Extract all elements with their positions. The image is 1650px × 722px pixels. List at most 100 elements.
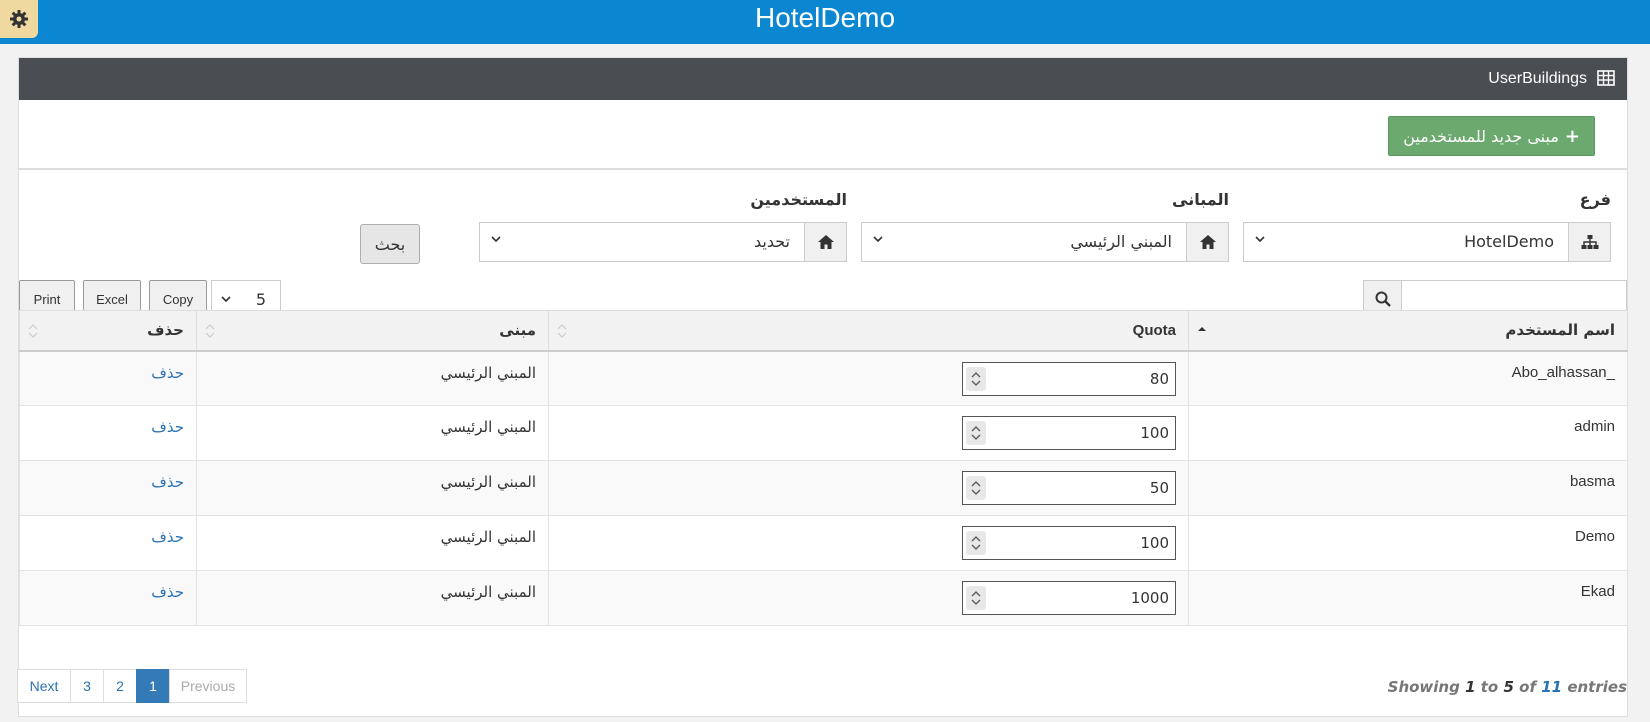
header-username-label: اسم المستخدم — [1505, 321, 1615, 340]
cell-quota: 1000 — [548, 570, 1189, 626]
plus-icon: + — [1564, 125, 1580, 147]
cell-quota: 100 — [548, 515, 1189, 571]
table-row: حذف المبني الرئيسي 100 admin — [19, 405, 1628, 461]
previous-page-button[interactable]: Previous — [169, 669, 247, 703]
table-row: حذف المبني الرئيسي 50 basma — [19, 460, 1628, 516]
quota-value: 50 — [1149, 479, 1169, 497]
spinner-icon[interactable] — [966, 421, 986, 445]
new-button-label: مبنى جديد للمستخدمين — [1403, 126, 1559, 146]
users-filter: المستخدمين تحديد — [479, 190, 847, 262]
cell-delete: حذف — [19, 350, 197, 406]
header-delete-label: حذف — [147, 321, 184, 340]
cell-quota: 100 — [548, 405, 1189, 461]
spinner-icon[interactable] — [966, 476, 986, 500]
quota-value: 100 — [1140, 534, 1169, 552]
delete-link[interactable]: حذف — [151, 364, 184, 382]
buildings-label: المبانى — [1172, 190, 1229, 209]
info-total: 11 — [1541, 678, 1563, 696]
sort-asc-icon — [1198, 327, 1206, 331]
quota-input[interactable]: 1000 — [962, 581, 1176, 615]
cell-quota: 80 — [548, 350, 1189, 406]
top-bar: HotelDemo — [0, 0, 1650, 44]
users-label: المستخدمين — [750, 190, 847, 209]
home-icon — [1186, 223, 1228, 261]
spinner-icon[interactable] — [966, 531, 986, 555]
search-button[interactable]: بحث — [360, 224, 420, 264]
buildings-select[interactable]: المبني الرئيسي — [861, 222, 1229, 262]
quota-value: 80 — [1149, 369, 1169, 388]
cell-quota: 50 — [548, 460, 1189, 516]
header-username[interactable]: اسم المستخدم — [1188, 310, 1628, 352]
info-to-word: to — [1480, 678, 1499, 696]
user-buildings-table: حذف مبنى Quota اسم المستخدم حذف المبني ال… — [19, 310, 1628, 626]
sitemap-icon — [1568, 223, 1610, 261]
buildings-filter: المبانى المبني الرئيسي — [861, 190, 1229, 262]
branch-value: HotelDemo — [1464, 232, 1554, 251]
pagination: Next 3 2 1 Previous — [17, 669, 247, 703]
cell-username: Abo_alhassan_ — [1188, 350, 1628, 406]
cell-username: Ekad — [1188, 570, 1628, 626]
delete-link[interactable]: حذف — [151, 473, 184, 491]
quota-input[interactable]: 100 — [962, 526, 1176, 560]
page-length-value: 5 — [255, 290, 266, 309]
next-page-button[interactable]: Next — [17, 669, 71, 703]
buildings-value: المبني الرئيسي — [1070, 232, 1172, 251]
chevron-down-icon — [1255, 236, 1265, 243]
page-2-button[interactable]: 2 — [103, 669, 137, 703]
new-user-building-button[interactable]: مبنى جديد للمستخدمين + — [1388, 116, 1595, 156]
panel-toolbar: مبنى جديد للمستخدمين + — [19, 100, 1627, 170]
user-buildings-panel: UserBuildings مبنى جديد للمستخدمين + فرع — [17, 57, 1628, 717]
quota-input[interactable]: 80 — [962, 361, 1176, 396]
quota-value: 1000 — [1130, 589, 1169, 607]
chevron-down-icon — [221, 296, 231, 303]
cell-delete: حذف — [19, 460, 197, 516]
cell-building: المبني الرئيسي — [196, 570, 549, 626]
chevron-down-icon — [491, 236, 501, 243]
sort-icon — [557, 324, 567, 338]
table-info: Showing 1 to 5 of 11 entries — [1388, 678, 1627, 696]
delete-link[interactable]: حذف — [151, 418, 184, 436]
chevron-down-icon — [873, 236, 883, 243]
info-prefix: Showing — [1387, 678, 1460, 696]
delete-link[interactable]: حذف — [151, 528, 184, 546]
spinner-icon[interactable] — [966, 366, 986, 391]
info-suffix: entries — [1567, 678, 1627, 696]
table-row: حذف المبني الرئيسي 100 Demo — [19, 515, 1628, 571]
quota-input[interactable]: 50 — [962, 471, 1176, 505]
delete-link[interactable]: حذف — [151, 583, 184, 601]
info-from: 1 — [1465, 678, 1476, 696]
header-quota[interactable]: Quota — [548, 310, 1189, 352]
branch-select[interactable]: HotelDemo — [1243, 222, 1611, 262]
filters-section: فرع HotelDemo المبانى المبني الرئيسي الم… — [19, 170, 1627, 280]
header-building[interactable]: مبنى — [196, 310, 549, 352]
header-delete[interactable]: حذف — [19, 310, 197, 352]
table-icon — [1597, 70, 1615, 86]
table-row: حذف المبني الرئيسي 1000 Ekad — [19, 570, 1628, 626]
users-value: تحديد — [753, 232, 790, 251]
header-quota-label: Quota — [1132, 322, 1176, 340]
cell-delete: حذف — [19, 570, 197, 626]
table-header-row: حذف مبنى Quota اسم المستخدم — [19, 310, 1628, 352]
cell-building: المبني الرئيسي — [196, 405, 549, 461]
quota-input[interactable]: 100 — [962, 416, 1176, 450]
info-of-word: of — [1519, 678, 1536, 696]
cell-username: admin — [1188, 405, 1628, 461]
table-row: حذف المبني الرئيسي 80 Abo_alhassan_ — [19, 350, 1628, 406]
cell-building: المبني الرئيسي — [196, 460, 549, 516]
branch-label: فرع — [1579, 190, 1611, 209]
page-1-button[interactable]: 1 — [136, 669, 170, 703]
page-3-button[interactable]: 3 — [70, 669, 104, 703]
header-building-label: مبنى — [499, 321, 536, 340]
branch-filter: فرع HotelDemo — [1243, 190, 1611, 262]
cell-delete: حذف — [19, 515, 197, 571]
users-select[interactable]: تحديد — [479, 222, 847, 262]
home-icon — [804, 223, 846, 261]
quota-value: 100 — [1140, 424, 1169, 442]
cell-building: المبني الرئيسي — [196, 350, 549, 406]
cell-building: المبني الرئيسي — [196, 515, 549, 571]
panel-header: UserBuildings — [19, 58, 1627, 100]
sort-icon — [28, 324, 38, 338]
cell-username: Demo — [1188, 515, 1628, 571]
app-title: HotelDemo — [754, 2, 896, 33]
spinner-icon[interactable] — [966, 586, 986, 610]
